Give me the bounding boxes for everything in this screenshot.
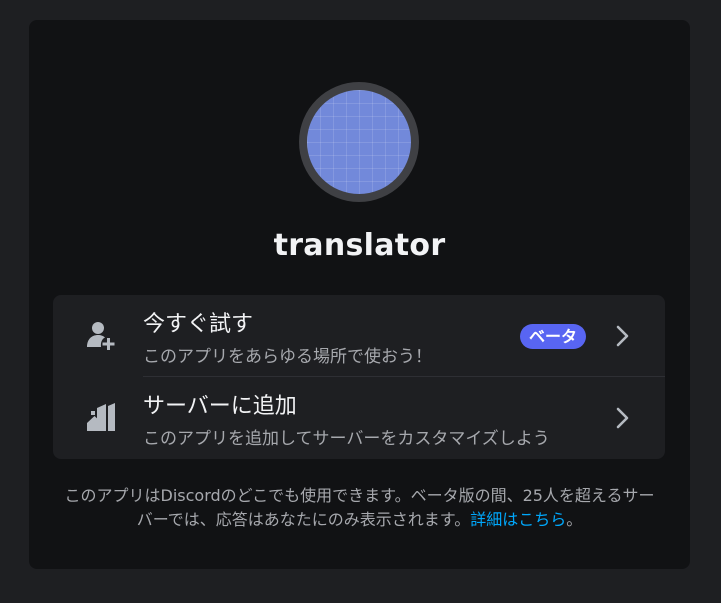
server-add-icon xyxy=(87,403,115,431)
learn-more-link[interactable]: 詳細はこちら xyxy=(470,510,566,529)
app-avatar xyxy=(307,90,411,194)
add-to-server-option[interactable]: サーバーに追加 このアプリを追加してサーバーをカスタマイズしよう xyxy=(53,377,665,459)
app-authorize-modal: translator 今すぐ試す このアプリをあらゆる場所で使おう！ ベータ サ… xyxy=(29,20,690,569)
try-now-option[interactable]: 今すぐ試す このアプリをあらゆる場所で使おう！ ベータ xyxy=(53,295,665,377)
footer-note: このアプリはDiscordのどこでも使用できます。ベータ版の間、25人を超えるサ… xyxy=(57,484,662,532)
chevron-right-icon xyxy=(616,325,629,347)
add-to-server-title: サーバーに追加 xyxy=(143,394,297,419)
beta-badge: ベータ xyxy=(520,324,587,349)
chevron-right-icon xyxy=(616,407,629,429)
app-avatar-frame xyxy=(299,82,419,202)
try-now-subtitle: このアプリをあらゆる場所で使おう！ xyxy=(143,347,432,367)
app-name: translator xyxy=(273,228,446,263)
user-add-icon xyxy=(87,322,115,350)
add-to-server-subtitle: このアプリを追加してサーバーをカスタマイズしよう xyxy=(143,429,550,449)
footer-suffix: 。 xyxy=(566,510,583,529)
install-options: 今すぐ試す このアプリをあらゆる場所で使おう！ ベータ サーバーに追加 このアプ… xyxy=(53,295,665,459)
try-now-title: 今すぐ試す xyxy=(143,312,254,337)
